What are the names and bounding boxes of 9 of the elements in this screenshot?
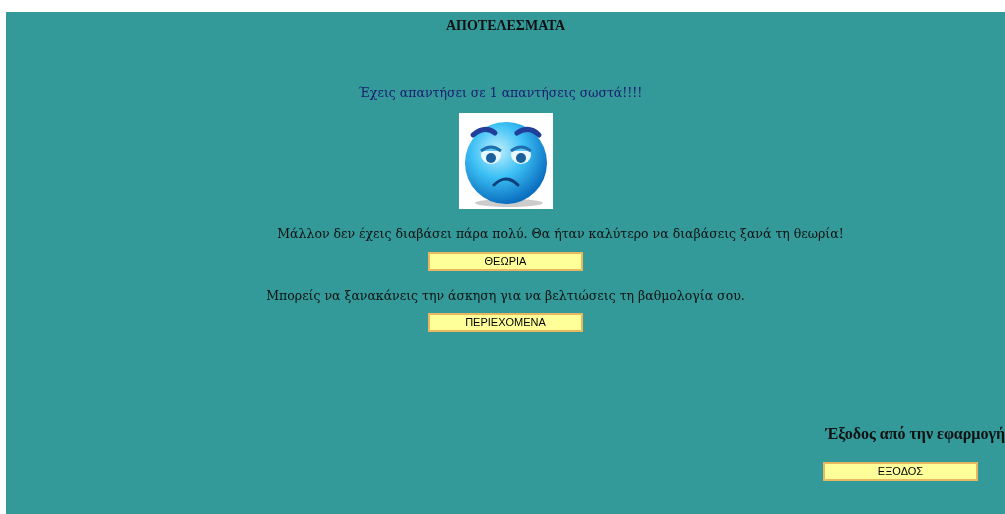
feedback-text: Μάλλον δεν έχεις διαβάσει πάρα πολύ. Θα ήταν καλύτερο να διαβάσεις ξανά τη θεωρία! [277,224,844,243]
score-message: Έχεις απαντήσει σε 1 απαντήσεις σωστά!!!! [358,84,643,102]
page-title: ΑΠΟΤΕΛΕΣΜΑΤΑ [445,17,566,35]
nav-button[interactable]: ΠΕΡΙΕΧΟΜΕΝΑ [428,313,583,333]
feedback-text: Μπορείς να ξανακάνεις την άσκηση για να βελτιώσεις τη βαθμολογία σου. [266,286,745,305]
nav-button[interactable]: ΘΕΩΡΙΑ [428,251,583,271]
exit-label: Έξοδος από την εφαρμογή [825,424,1005,445]
exit-button[interactable]: ΕΞΟΔΟΣ [823,462,978,481]
sad-face-icon [458,112,553,209]
